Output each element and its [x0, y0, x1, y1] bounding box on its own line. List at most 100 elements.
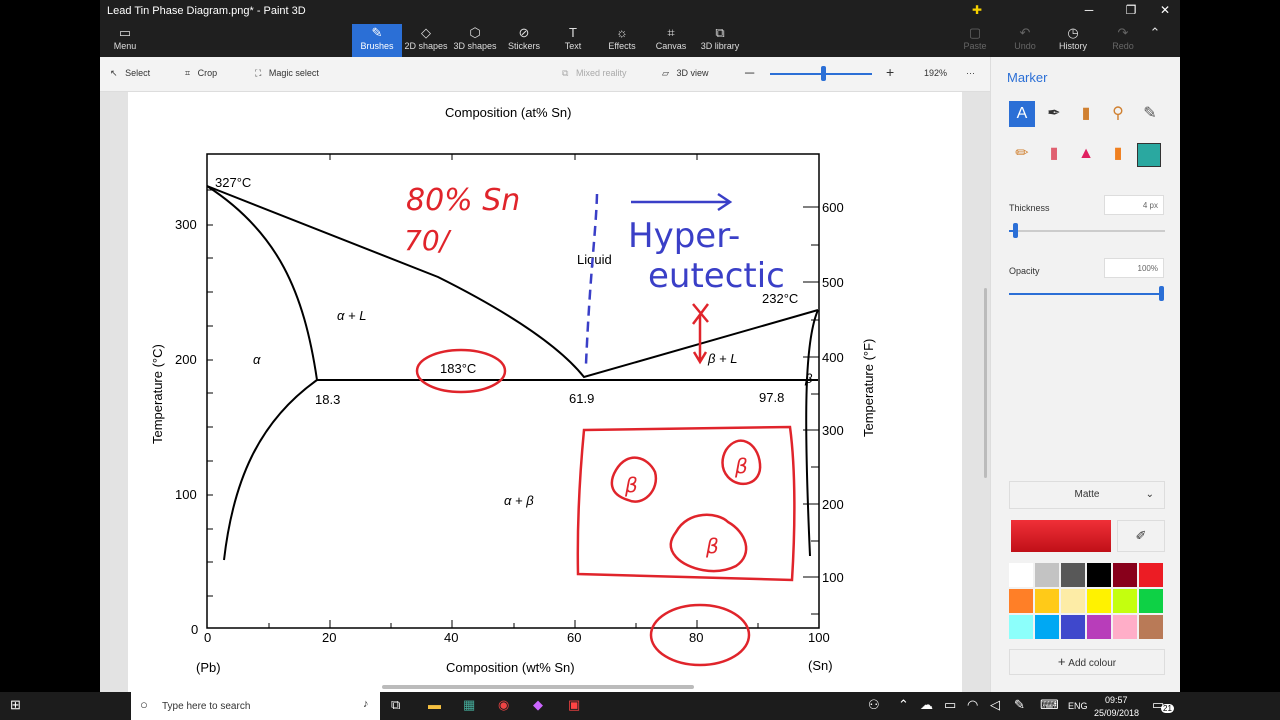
close-button[interactable]: ✕	[1152, 3, 1178, 17]
3d-view-button[interactable]: ▱ 3D view	[662, 68, 708, 79]
tool-brushes[interactable]: ✎ Brushes	[352, 24, 402, 57]
opacity-slider[interactable]	[1009, 293, 1163, 295]
color-swatch[interactable]	[1113, 563, 1137, 587]
color-swatch[interactable]	[1139, 615, 1163, 639]
zoom-in-button[interactable]: +	[886, 64, 894, 80]
zoom-out-button[interactable]: ─	[745, 65, 754, 80]
tool-3d-library[interactable]: ⧉ 3D library	[695, 24, 745, 57]
color-swatch[interactable]	[1035, 563, 1059, 587]
spray-can-icon[interactable]: ▮	[1105, 141, 1131, 167]
tool-canvas[interactable]: ⌗ Canvas	[646, 24, 696, 57]
current-color-swatch[interactable]	[1011, 520, 1111, 552]
cursor-icon: ↖	[110, 68, 118, 78]
tool-3d-shapes[interactable]: ⬡ 3D shapes	[450, 24, 500, 57]
eraser-icon[interactable]: ▮	[1041, 141, 1067, 167]
onedrive-icon[interactable]: ☁	[920, 697, 933, 713]
thickness-slider-thumb[interactable]	[1013, 223, 1018, 238]
tool-stickers[interactable]: ⊘ Stickers	[499, 24, 549, 57]
finish-dropdown[interactable]: Matte ⌄	[1009, 481, 1165, 509]
color-swatch[interactable]	[1113, 615, 1137, 639]
microphone-icon[interactable]: ♪	[363, 698, 369, 710]
task-view-icon[interactable]: ⧉	[391, 697, 400, 713]
store-icon[interactable]: ▦	[463, 697, 475, 713]
pencil-icon[interactable]: ✏	[1009, 141, 1035, 167]
tool-label: Text	[564, 41, 582, 51]
paint3d-taskbar-icon[interactable]: ◆	[533, 697, 543, 713]
pixel-pen-icon[interactable]: ✎	[1137, 101, 1163, 127]
tool-2d-shapes[interactable]: ◇ 2D shapes	[401, 24, 451, 57]
3d-view-label: 3D view	[676, 68, 709, 78]
3d-library-icon: ⧉	[715, 25, 725, 40]
volume-icon[interactable]: ◁	[990, 697, 1000, 713]
thickness-input[interactable]: 4 px	[1104, 195, 1164, 215]
color-swatch[interactable]	[1139, 563, 1163, 587]
undo-button[interactable]: ↶ Undo	[1000, 24, 1050, 57]
tool-effects[interactable]: ☼ Effects	[597, 24, 647, 57]
mixed-reality-icon: ⧉	[562, 68, 569, 78]
color-swatch[interactable]	[1035, 589, 1059, 613]
color-swatch[interactable]	[1113, 589, 1137, 613]
thickness-slider[interactable]	[1009, 230, 1165, 232]
eyedropper-icon[interactable]: ✐	[1117, 520, 1165, 552]
people-icon[interactable]: ⚇	[868, 697, 880, 713]
beta-region-label: β	[804, 371, 813, 386]
color-swatch[interactable]	[1061, 563, 1085, 587]
add-colour-button[interactable]: + Add colour	[1009, 649, 1165, 675]
minimize-button[interactable]: ─	[1076, 3, 1102, 17]
photos-icon[interactable]: ▣	[568, 697, 580, 713]
color-swatch[interactable]	[1035, 615, 1059, 639]
opacity-slider-thumb[interactable]	[1159, 286, 1164, 301]
magic-select-button[interactable]: ⛶ Magic select	[255, 68, 319, 79]
crayon-icon[interactable]: ▲	[1073, 141, 1099, 167]
more-options-button[interactable]: ···	[966, 68, 975, 78]
menu-button[interactable]: ▭ Menu	[100, 24, 150, 57]
horizontal-scrollbar[interactable]	[382, 685, 694, 689]
mixed-reality-button[interactable]: ⧉ Mixed reality	[562, 68, 626, 79]
undo-icon: ↶	[1019, 25, 1031, 40]
vertical-scrollbar[interactable]	[984, 288, 987, 478]
taskbar-search-box[interactable]: ○ Type here to search ♪	[131, 692, 380, 720]
language-indicator[interactable]: ENG	[1068, 701, 1088, 711]
composition-18-3: 18.3	[315, 392, 340, 407]
keyboard-icon[interactable]: ⌨	[1040, 697, 1059, 713]
pen-workspace-icon[interactable]: ✎	[1014, 697, 1025, 713]
watercolor-icon[interactable]: ⚲	[1105, 101, 1131, 127]
select-button[interactable]: ↖ Select	[110, 68, 150, 79]
zoom-slider-thumb[interactable]	[821, 66, 826, 81]
color-swatch[interactable]	[1087, 563, 1111, 587]
calligraphy-pen-icon[interactable]: ✒	[1041, 101, 1067, 127]
color-swatch[interactable]	[1061, 615, 1085, 639]
zoom-level[interactable]: 192%	[924, 68, 947, 78]
history-button[interactable]: ◷ History	[1048, 24, 1098, 57]
file-explorer-icon[interactable]: ▬	[428, 697, 441, 712]
color-swatch[interactable]	[1009, 589, 1033, 613]
chevron-up-icon[interactable]: ⌃	[898, 697, 909, 713]
collapse-ribbon-button[interactable]: ⌃	[1140, 24, 1170, 57]
paste-button[interactable]: ▢ Paste	[950, 24, 1000, 57]
color-swatch[interactable]	[1087, 589, 1111, 613]
image-canvas[interactable]: Composition (at% Sn) Composition (wt% Sn…	[128, 92, 962, 692]
brush-icon: ✎	[371, 25, 383, 40]
opacity-input[interactable]: 100%	[1104, 258, 1164, 278]
oil-brush-icon[interactable]: ▮	[1073, 101, 1099, 127]
maximize-button[interactable]: ❐	[1118, 3, 1144, 17]
wifi-icon[interactable]: ◠	[967, 697, 978, 713]
clock-time[interactable]: 09:57	[1105, 695, 1128, 705]
bottom-axis-title: Composition (wt% Sn)	[446, 660, 575, 675]
color-swatch[interactable]	[1009, 563, 1033, 587]
battery-icon[interactable]: ▭	[944, 697, 956, 713]
color-swatch[interactable]	[1009, 615, 1033, 639]
clock-date[interactable]: 25/09/2018	[1094, 708, 1139, 718]
chrome-icon[interactable]: ◉	[498, 697, 509, 713]
canvas-area[interactable]: Composition (at% Sn) Composition (wt% Sn…	[100, 92, 990, 692]
color-swatch[interactable]	[1139, 589, 1163, 613]
marker-brush-icon[interactable]: A	[1009, 101, 1035, 127]
crop-button[interactable]: ⌗ Crop	[185, 68, 217, 79]
color-swatch[interactable]	[1061, 589, 1085, 613]
windows-start-icon[interactable]: ⊞	[10, 697, 21, 713]
3d-view-icon: ▱	[662, 68, 669, 78]
fill-bucket-icon[interactable]	[1137, 143, 1161, 167]
color-swatch[interactable]	[1087, 615, 1111, 639]
blue-arrow	[631, 192, 733, 212]
tool-text[interactable]: T Text	[548, 24, 598, 57]
